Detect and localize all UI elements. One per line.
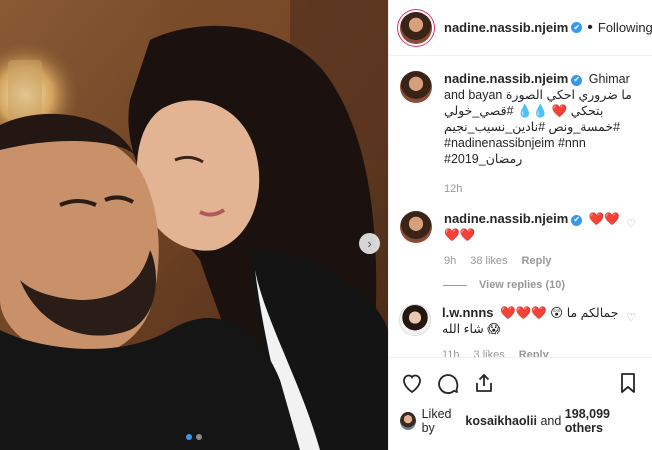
like-heart-icon[interactable] [400,371,424,395]
instagram-post: › nadine.nassib.njeim ✔ • Following nadi… [0,0,652,450]
comment-avatar[interactable] [400,305,430,335]
chevron-right-icon: › [367,236,372,251]
replies-divider [443,284,467,286]
reply-button[interactable]: Reply [522,253,552,269]
comment-item: l.w.nnns ❤️❤️❤️ 😲 جمالكم ما شاء الله 😱 1… [400,305,640,357]
action-bar [400,370,640,396]
verified-badge-icon: ✔ [571,74,583,86]
share-upload-icon[interactable] [472,371,496,395]
comment-text-block: l.w.nnns ❤️❤️❤️ 😲 جمالكم ما شاء الله 😱 [442,305,620,337]
verified-badge-icon: ✔ [571,22,583,33]
liker-username[interactable]: kosaikhaolii [465,414,537,428]
post-header: nadine.nassib.njeim ✔ • Following [389,0,652,56]
bookmark-icon[interactable] [616,371,640,395]
likes-prefix: Liked by [421,407,452,435]
comment-meta: 11h 3 likes Reply [442,347,620,357]
caption-avatar[interactable] [400,71,432,103]
likes-conjunction: and [540,414,562,428]
view-replies-label: View replies (10) [479,279,566,291]
comment-username[interactable]: nadine.nassib.njeim [444,211,568,226]
header-separator: • [587,18,593,36]
comment-bubble-icon[interactable] [436,371,460,395]
comment-body: l.w.nnns ❤️❤️❤️ 😲 جمالكم ما شاء الله 😱 1… [442,305,620,357]
post-photo[interactable]: › [0,0,388,450]
likes-others-count[interactable]: 198,099 others [565,407,640,435]
header-meta: nadine.nassib.njeim ✔ • Following [444,19,652,37]
comment-text-block: nadine.nassib.njeim ✔ ❤️❤️❤️❤️ [444,211,622,243]
comments-list[interactable]: nadine.nassib.njeim ✔ Ghimar and bayan ما… [389,57,652,357]
caption-username[interactable]: nadine.nassib.njeim [444,71,568,86]
post-actions: Liked by kosaikhaolii and 198,099 others [389,357,652,435]
carousel-dot [196,434,202,440]
following-button[interactable]: Following [598,20,652,35]
author-avatar[interactable] [400,11,432,44]
caption-meta: 12h [444,181,640,197]
comment-meta: 9h 38 likes Reply [444,253,622,269]
photo-illustration [0,0,388,450]
carousel-indicator [0,434,388,440]
caption-time[interactable]: 12h [444,181,462,197]
comment-avatar[interactable] [400,211,432,243]
caption-text: Ghimar and bayan ما ضروري احكي الصورة بت… [444,72,632,166]
caption: nadine.nassib.njeim ✔ Ghimar and bayan ما… [400,71,640,197]
comment-time[interactable]: 9h [444,253,456,269]
caption-body: nadine.nassib.njeim ✔ Ghimar and bayan ما… [444,71,640,197]
comment-item: nadine.nassib.njeim ✔ ❤️❤️❤️❤️ 9h 38 like… [400,211,640,269]
like-comment-heart-icon[interactable]: ♡ [626,311,636,324]
comment-username[interactable]: l.w.nnns [442,305,494,320]
like-comment-heart-icon[interactable]: ♡ [626,217,636,230]
reply-button[interactable]: Reply [519,347,549,357]
comment-time[interactable]: 11h [442,347,460,357]
post-details-panel: nadine.nassib.njeim ✔ • Following nadine… [388,0,652,450]
view-replies-button[interactable]: View replies (10) [443,279,640,291]
carousel-dot [186,434,192,440]
comment-likes[interactable]: 3 likes [474,347,505,357]
comment-likes[interactable]: 38 likes [470,253,507,269]
likes-summary: Liked by kosaikhaolii and 198,099 others [400,407,640,435]
comment-body: nadine.nassib.njeim ✔ ❤️❤️❤️❤️ 9h 38 like… [444,211,622,269]
caption-text-block: nadine.nassib.njeim ✔ Ghimar and bayan ما… [444,71,640,167]
liker-avatar[interactable] [400,412,416,430]
verified-badge-icon: ✔ [571,214,583,226]
author-username[interactable]: nadine.nassib.njeim [444,20,568,35]
next-photo-button[interactable]: › [359,233,380,254]
